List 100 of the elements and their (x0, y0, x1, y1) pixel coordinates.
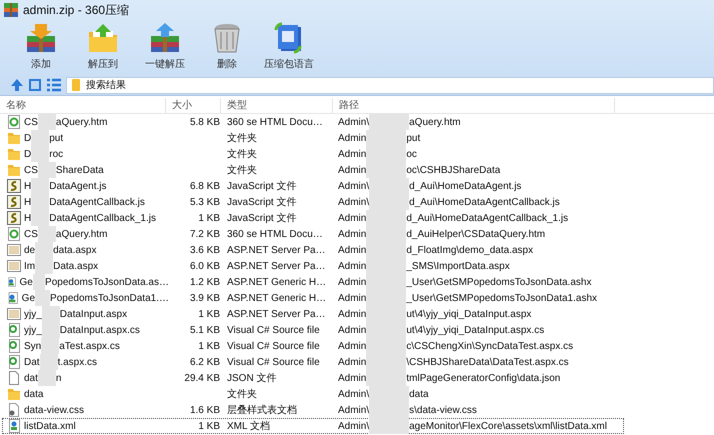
file-row[interactable]: D roc 文件夹 Admin oc (2, 146, 624, 162)
file-row[interactable]: Ge PopedomsToJsonData.as… 1.2 KB ASP.NET Generic H… Admin _User\GetSMPopedomsToJsonData.ashx (2, 274, 624, 290)
file-path: d_FloatImg\demo_data.aspx (406, 244, 534, 256)
file-row[interactable]: Dat t.aspx.cs 6.2 KB Visual C# Source file Admin \CSHBJShareData\DataTest.aspx.cs (2, 354, 624, 370)
file-size: 6.2 KB (190, 356, 220, 368)
file-path: Admin\ (338, 180, 370, 192)
file-name: DataInput.aspx.cs (60, 324, 140, 336)
file-type: JavaScript 文件 (227, 180, 296, 193)
column-header[interactable]: 路径 (333, 98, 615, 113)
file-row[interactable]: dat n 29.4 KB JSON 文件 Admin tmlPageGeneratorConfig\data.json (2, 370, 624, 386)
file-path: Admin\ (338, 404, 370, 416)
file-type: ASP.NET Server Pa… (227, 260, 326, 272)
file-row[interactable]: Im Data.aspx 6.0 KB ASP.NET Server Pa… Admin _SMS\ImportData.aspx (2, 258, 624, 274)
file-size: 3.9 KB (190, 292, 220, 304)
file-type: 文件夹 (227, 132, 257, 145)
file-type: JavaScript 文件 (227, 196, 296, 209)
file-name: aQuery.htm (56, 228, 108, 240)
file-name: CS (24, 228, 38, 240)
file-name: data.aspx (53, 244, 96, 256)
column-header[interactable]: 名称 (0, 98, 166, 113)
file-name: aQuery.htm (56, 116, 108, 128)
file-row[interactable]: CS aQuery.htm 7.2 KB 360 se HTML Docu… Admin d_AuiHelper\CSDataQuery.htm (2, 226, 624, 242)
file-name: Data.aspx (53, 260, 98, 272)
file-size: 5.1 KB (190, 324, 220, 336)
column-header[interactable]: 大小 (166, 98, 221, 113)
file-path: Admin (338, 148, 366, 160)
file-name: D (24, 148, 32, 160)
file-type: JavaScript 文件 (227, 212, 296, 225)
file-row[interactable]: Syn aTest.aspx.cs 1 KB Visual C# Source file Admin c\CSChengXin\SyncDataTest.aspx.cs (2, 338, 624, 354)
file-name: de (24, 244, 36, 256)
file-row[interactable]: de data.aspx 3.6 KB ASP.NET Server Pa… Admin d_FloatImg\demo_data.aspx (2, 242, 624, 258)
file-row[interactable]: Ge PopedomsToJsonData1.… 3.9 KB ASP.NET Generic H… Admin _User\GetSMPopedomsToJsonData1.ashx (2, 290, 624, 306)
toolbar-button[interactable]: 解压到 (72, 22, 134, 76)
toolbar-button[interactable]: 添加 (10, 22, 72, 76)
file-size: 29.4 KB (184, 372, 220, 384)
file-name: aTest.aspx.cs (59, 340, 120, 352)
file-path: Admin (338, 164, 366, 176)
file-size: 5.3 KB (190, 196, 220, 208)
address-field[interactable]: 搜索结果 (66, 76, 714, 94)
window-title: admin.zip - 360压缩 (23, 2, 130, 18)
toolbar-button[interactable]: 一键解压 (134, 22, 196, 76)
file-row[interactable]: CS aQuery.htm 5.8 KB 360 se HTML Docu… Admin\ aQuery.htm (2, 114, 624, 130)
file-row[interactable]: listData.xml 1 KB XML 文档 Admin\ ageMonitor\FlexCore\assets\xml\listData.xml (2, 418, 624, 434)
toolbar-button[interactable]: 压缩包语言 (258, 22, 320, 76)
file-path: Admin (338, 244, 366, 256)
file-path: Admin (338, 356, 366, 368)
file-size: 6.0 KB (190, 260, 220, 272)
file-size: 6.8 KB (190, 180, 220, 192)
file-type: 360 se HTML Docu… (227, 228, 323, 240)
file-row[interactable]: data 文件夹 Admin\ data (2, 386, 624, 402)
file-path: ageMonitor\FlexCore\assets\xml\listData.xml (409, 420, 607, 432)
file-row[interactable]: H DataAgentCallback.js 5.3 KB JavaScript 文件 Admin\ d_Aui\HomeDataAgentCallback.js (2, 194, 624, 210)
file-row[interactable]: D put 文件夹 Admin put (2, 130, 624, 146)
file-type: ASP.NET Generic H… (227, 276, 326, 288)
file-path: s\data-view.css (409, 404, 477, 416)
file-name: Syn (24, 340, 42, 352)
file-row[interactable]: yjy_ DataInput.aspx.cs 5.1 KB Visual C# Source file Admin ut\4\yjy_yiqi_DataInput.aspx.cs (2, 322, 624, 338)
file-name: ShareData (56, 164, 104, 176)
file-type: 文件夹 (227, 164, 257, 177)
file-row[interactable]: yjy_ DataInput.aspx 1 KB ASP.NET Server Pa… Admin ut\4\yjy_yiqi_DataInput.aspx (2, 306, 624, 322)
file-row[interactable]: CS ShareData 文件夹 Admin oc\CSHBJShareData (2, 162, 624, 178)
file-name: data-view.css (24, 404, 84, 416)
file-size: 5.8 KB (190, 116, 220, 128)
file-name: H (24, 196, 32, 208)
file-type: Visual C# Source file (227, 340, 320, 352)
file-name: DataAgent.js (49, 180, 106, 192)
file-path: d_Aui\HomeDataAgent.js (409, 180, 522, 192)
file-type: Visual C# Source file (227, 356, 320, 368)
file-size: 1 KB (198, 308, 220, 320)
file-size: 1.6 KB (190, 404, 220, 416)
toolbar-button[interactable]: 删除 (196, 22, 258, 76)
file-name: H (24, 212, 32, 224)
file-name: Dat (24, 356, 40, 368)
file-name: CS (24, 116, 38, 128)
file-row[interactable]: data-view.css 1.6 KB 层叠样式表文档 Admin\ s\data-view.css (2, 402, 624, 418)
file-path: Admin (338, 308, 366, 320)
file-size: 1 KB (198, 340, 220, 352)
file-type: 360 se HTML Docu… (227, 116, 323, 128)
file-name: H (24, 180, 32, 192)
file-type: 文件夹 (227, 388, 257, 401)
file-name: dat (24, 372, 38, 384)
file-name: t.aspx.cs (58, 356, 98, 368)
file-row[interactable]: H DataAgentCallback_1.js 1 KB JavaScript 文件 Admin d_Aui\HomeDataAgentCallback_1.js (2, 210, 624, 226)
file-name: n (56, 372, 62, 384)
file-name: Ge (22, 292, 36, 304)
file-path: Admin (338, 324, 366, 336)
file-size: 7.2 KB (190, 228, 220, 240)
file-name: put (49, 132, 64, 144)
file-type: ASP.NET Server Pa… (227, 308, 326, 320)
file-type: ASP.NET Generic H… (227, 292, 326, 304)
file-name: DataAgentCallback_1.js (49, 212, 156, 224)
file-row[interactable]: H DataAgent.js 6.8 KB JavaScript 文件 Admin\ d_Aui\HomeDataAgent.js (2, 178, 624, 194)
file-path: Admin\ (338, 420, 370, 432)
file-type: 层叠样式表文档 (227, 404, 297, 417)
column-header[interactable]: 类型 (221, 98, 333, 113)
file-name: data (24, 388, 44, 400)
file-type: JSON 文件 (227, 372, 276, 385)
file-name: Im (24, 260, 36, 272)
file-name: roc (49, 148, 64, 160)
file-path: ut\4\yjy_yiqi_DataInput.aspx.cs (406, 324, 544, 336)
